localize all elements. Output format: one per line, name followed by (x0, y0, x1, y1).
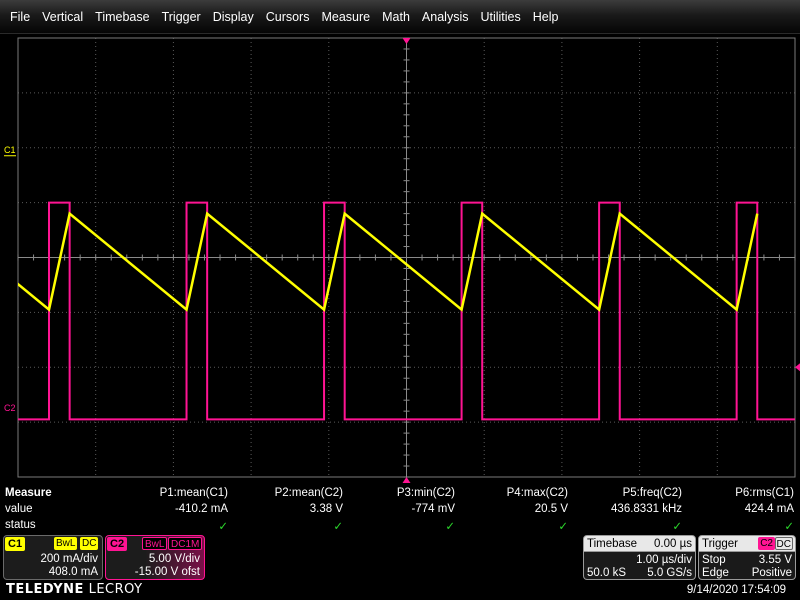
menu-analysis[interactable]: Analysis (416, 10, 475, 24)
ch1-bandwidth-flag: BwL (54, 537, 78, 550)
status-check-icon: ✓ (218, 521, 228, 533)
trigger-type: Edge (702, 567, 729, 579)
param-name[interactable]: P6:rms(C1) (735, 487, 794, 499)
measure-header-row: Measure P1:mean(C1) P2:mean(C2) P3:min(C… (0, 487, 800, 502)
measure-value-row: value -410.2 mA 3.38 V -774 mV 20.5 V 43… (0, 503, 800, 518)
timebase-title: Timebase (587, 538, 638, 550)
timebase-title-bar: Timebase 0.00 µs (584, 536, 695, 552)
trigger-time-marker-top (402, 38, 411, 44)
trigger-time-marker-bottom (402, 477, 411, 483)
ch1-descriptor[interactable]: C1 BwL DC 200 mA/div 408.0 mA (3, 535, 103, 580)
param-value: -410.2 mA (174, 503, 228, 515)
value-row-label: value (5, 503, 33, 515)
timebase-descriptor[interactable]: Timebase 0.00 µs 1.00 µs/div 50.0 kS 5.0… (583, 535, 696, 580)
trigger-title: Trigger (702, 538, 738, 550)
ch1-tag: C1 (5, 537, 26, 551)
trigger-level: 3.55 V (758, 554, 792, 566)
trigger-slope: Positive (751, 567, 792, 579)
menu-bar: File Vertical Timebase Trigger Display Cursor… (0, 0, 800, 34)
param-value: 436.8331 kHz (611, 503, 682, 515)
trigger-mode: Stop (702, 554, 726, 566)
measure-table[interactable]: Measure P1:mean(C1) P2:mean(C2) P3:min(C… (0, 484, 800, 534)
ch1-trace (18, 211, 759, 312)
param-value: 424.4 mA (744, 503, 794, 515)
param-name[interactable]: P2:mean(C2) (275, 487, 343, 499)
menu-file[interactable]: File (4, 10, 36, 24)
menu-vertical[interactable]: Vertical (36, 10, 89, 24)
waveform-svg: C1 C2 (4, 37, 800, 483)
trigger-descriptor[interactable]: Trigger C2 DC Stop 3.55 V Edge Positive (698, 535, 796, 580)
measure-status-row: status ✓ ✓ ✓ ✓ ✓ ✓ (0, 519, 800, 534)
ch1-offset-marker: C1 (4, 145, 16, 155)
ch2-offset-marker: C2 (4, 403, 16, 413)
timebase-tdiv: 1.00 µs/div (636, 554, 692, 566)
ch2-offset: -15.00 V ofst (134, 566, 200, 578)
menu-help[interactable]: Help (527, 10, 565, 24)
timebase-body: 1.00 µs/div 50.0 kS 5.0 GS/s (584, 552, 695, 579)
measure-title: Measure (5, 487, 52, 499)
param-name[interactable]: P3:min(C2) (397, 487, 455, 499)
status-check-icon: ✓ (784, 521, 794, 533)
timebase-samples: 50.0 kS (587, 567, 626, 579)
menu-utilities[interactable]: Utilities (474, 10, 526, 24)
timebase-delay: 0.00 µs (654, 538, 692, 550)
ch1-offset: 408.0 mA (48, 566, 98, 578)
param-name[interactable]: P1:mean(C1) (160, 487, 228, 499)
trigger-body: Stop 3.55 V Edge Positive (699, 552, 795, 579)
ch2-coupling-flag: DC1M (168, 537, 203, 550)
param-value: 3.38 V (309, 503, 343, 515)
ch2-tag: C2 (107, 537, 128, 551)
status-check-icon: ✓ (333, 521, 343, 533)
ch2-bandwidth-flag: BwL (142, 537, 168, 550)
waveform-display[interactable]: C1 C2 (0, 34, 800, 484)
trigger-coupling-flag: DC (774, 537, 793, 550)
status-check-icon: ✓ (672, 521, 682, 533)
param-value: 20.5 V (534, 503, 568, 515)
trigger-title-bar: Trigger C2 DC (699, 536, 795, 552)
menu-trigger[interactable]: Trigger (156, 10, 207, 24)
menu-math[interactable]: Math (376, 10, 416, 24)
trigger-level-marker (795, 363, 800, 372)
param-value: -774 mV (411, 503, 455, 515)
param-name[interactable]: P4:max(C2) (507, 487, 568, 499)
param-name[interactable]: P5:freq(C2) (623, 487, 682, 499)
menu-timebase[interactable]: Timebase (89, 10, 155, 24)
menu-measure[interactable]: Measure (315, 10, 376, 24)
timebase-rate: 5.0 GS/s (647, 567, 692, 579)
brand-logo: TELEDYNE LECROY (6, 582, 143, 597)
status-row-label: status (5, 519, 36, 531)
ch2-vdiv: 5.00 V/div (148, 553, 200, 565)
ch1-coupling-flag: DC (80, 537, 99, 550)
ch2-descriptor[interactable]: C2 BwL DC1M 5.00 V/div -15.00 V ofst (105, 535, 205, 580)
date-time: 9/14/2020 17:54:09 (686, 584, 786, 596)
menu-cursors[interactable]: Cursors (260, 10, 316, 24)
menu-display[interactable]: Display (207, 10, 260, 24)
ch1-vdiv: 200 mA/div (40, 553, 98, 565)
status-check-icon: ✓ (445, 521, 455, 533)
status-check-icon: ✓ (558, 521, 568, 533)
trigger-source-flag: C2 (758, 537, 775, 550)
